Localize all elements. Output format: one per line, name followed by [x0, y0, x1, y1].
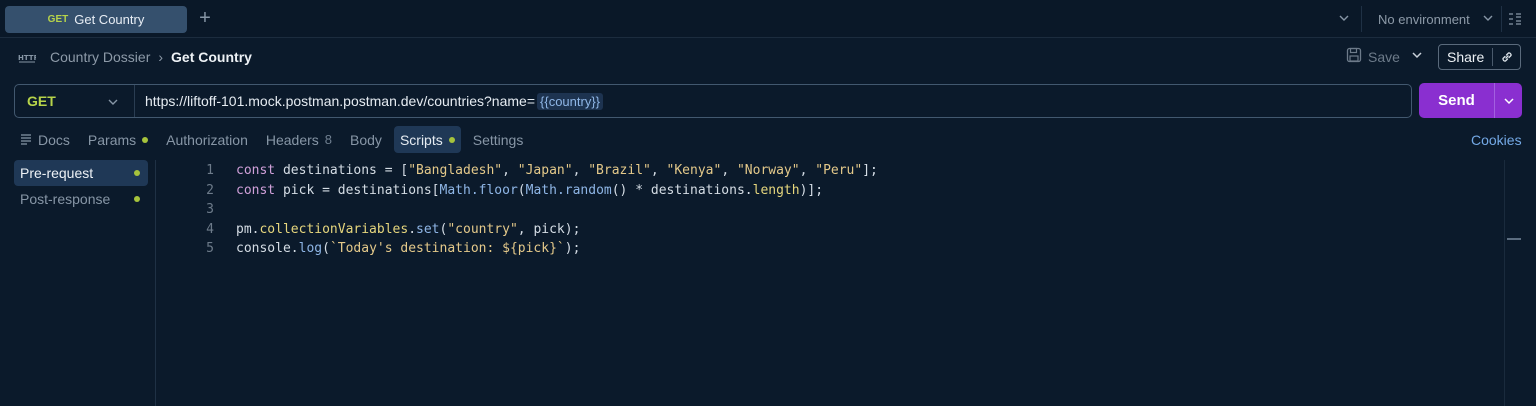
line-number: 5	[206, 241, 214, 257]
docs-icon	[20, 132, 32, 148]
tab-body[interactable]: Body	[344, 126, 388, 153]
tab-settings[interactable]: Settings	[467, 126, 530, 153]
code-line: 2 const pick = destinations[Math.floor(M…	[170, 181, 1500, 201]
line-number: 2	[206, 182, 214, 198]
line-number: 1	[206, 163, 214, 179]
breadcrumb: HTTP Country Dossier › Get Country	[18, 47, 252, 67]
code-line: 3	[170, 200, 1500, 220]
tab-bar: GET Get Country + No environment	[0, 0, 1536, 38]
url-variable[interactable]: {{country}}	[537, 92, 604, 110]
status-dot	[134, 196, 140, 202]
code-line: 5 console.log(`Today's destination: ${pi…	[170, 239, 1500, 259]
save-options-chevron-icon[interactable]	[1411, 48, 1423, 64]
share-button-group: Share	[1438, 44, 1521, 70]
svg-text:HTTP: HTTP	[18, 54, 36, 62]
divider	[1361, 6, 1362, 32]
tab-authorization[interactable]: Authorization	[160, 126, 254, 153]
link-icon[interactable]	[1493, 50, 1520, 64]
status-dot	[134, 170, 140, 176]
request-tabs: Docs Params Authorization Headers 8 Body…	[14, 126, 535, 153]
tab-label: Scripts	[399, 131, 443, 148]
divider	[1501, 6, 1502, 32]
tab-method: GET	[47, 14, 69, 25]
save-button[interactable]: Save	[1346, 47, 1400, 66]
method-value: GET	[27, 93, 56, 109]
code-text: const pick = destinations[Math.floor(Mat…	[236, 182, 824, 198]
code-line: 1 const destinations = ["Bangladesh", "J…	[170, 161, 1500, 181]
tab-params[interactable]: Params	[82, 126, 154, 153]
save-icon	[1346, 47, 1362, 66]
share-button[interactable]: Share	[1439, 48, 1494, 66]
breadcrumb-separator: ›	[158, 49, 164, 65]
pre-request-item[interactable]: Pre-request	[14, 160, 148, 186]
send-options-chevron-icon[interactable]	[1495, 95, 1522, 107]
line-number: 3	[206, 202, 214, 218]
cookies-link[interactable]: Cookies	[1471, 132, 1522, 148]
section-label: Pre-request	[20, 165, 94, 181]
tab-label: Params	[87, 131, 137, 148]
http-icon: HTTP	[18, 48, 39, 66]
script-sections: Pre-request Post-response	[14, 160, 148, 212]
tab-scripts[interactable]: Scripts	[393, 126, 461, 153]
code-text: console.log(`Today's destination: ${pick…	[236, 241, 581, 257]
url-input[interactable]: https://liftoff-101.mock.postman.postman…	[135, 92, 604, 110]
page-title[interactable]: Get Country	[171, 49, 252, 65]
request-tab[interactable]: GET Get Country	[5, 6, 187, 33]
code-text: const destinations = ["Bangladesh", "Jap…	[236, 163, 878, 179]
send-button-group: Send	[1419, 83, 1522, 118]
chevron-down-icon[interactable]	[1338, 11, 1350, 27]
chevron-down-icon	[107, 95, 119, 111]
request-url-bar: GET https://liftoff-101.mock.postman.pos…	[14, 84, 1412, 118]
tab-label: Authorization	[166, 131, 248, 148]
headers-count: 8	[324, 132, 333, 147]
tab-headers[interactable]: Headers 8	[260, 126, 338, 153]
url-text: https://liftoff-101.mock.postman.postman…	[145, 93, 536, 109]
divider	[155, 160, 156, 406]
breadcrumb-collection[interactable]: Country Dossier	[50, 49, 150, 65]
method-select[interactable]: GET	[15, 85, 135, 117]
environment-settings-icon[interactable]	[1508, 12, 1522, 29]
code-line: 4 pm.collectionVariables.set("country", …	[170, 220, 1500, 240]
editor-scrollbar[interactable]	[1504, 160, 1505, 406]
post-response-item[interactable]: Post-response	[14, 186, 148, 212]
tab-label: Docs	[38, 131, 70, 148]
scrollbar-marker	[1507, 238, 1521, 240]
environment-selector[interactable]: No environment	[1378, 12, 1470, 27]
tab-label: Headers	[265, 131, 319, 148]
status-dot	[448, 136, 455, 143]
tab-label: Settings	[472, 131, 524, 148]
code-text: pm.collectionVariables.set("country", pi…	[236, 221, 581, 237]
status-dot	[142, 136, 149, 143]
tab-label: Body	[350, 131, 382, 148]
tab-docs[interactable]: Docs	[14, 126, 76, 153]
section-label: Post-response	[20, 191, 111, 207]
tab-title: Get Country	[74, 12, 145, 27]
chevron-down-icon[interactable]	[1482, 11, 1494, 27]
send-button[interactable]: Send	[1419, 83, 1495, 118]
new-tab-button[interactable]: +	[196, 8, 214, 29]
line-number: 4	[206, 221, 214, 237]
save-label: Save	[1368, 48, 1400, 65]
code-editor[interactable]: 1 const destinations = ["Bangladesh", "J…	[170, 161, 1500, 259]
